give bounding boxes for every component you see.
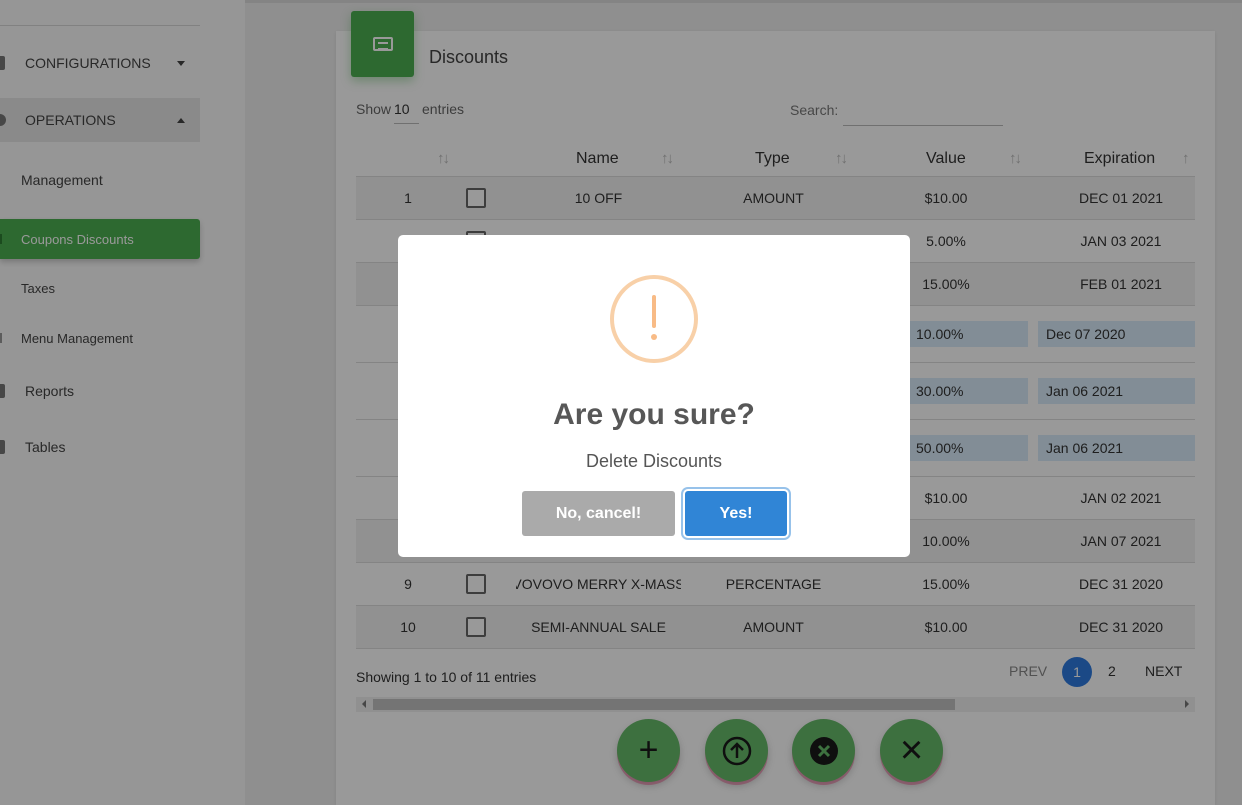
cancel-button[interactable]: No, cancel!	[522, 491, 675, 536]
dialog-text: Delete Discounts	[585, 451, 723, 471]
confirm-button[interactable]: Yes!	[685, 491, 787, 536]
dialog-title: Are you sure?	[553, 398, 755, 431]
confirm-dialog: Are you sure? Delete Discounts No, cance…	[398, 235, 910, 557]
warning-icon	[610, 275, 698, 363]
